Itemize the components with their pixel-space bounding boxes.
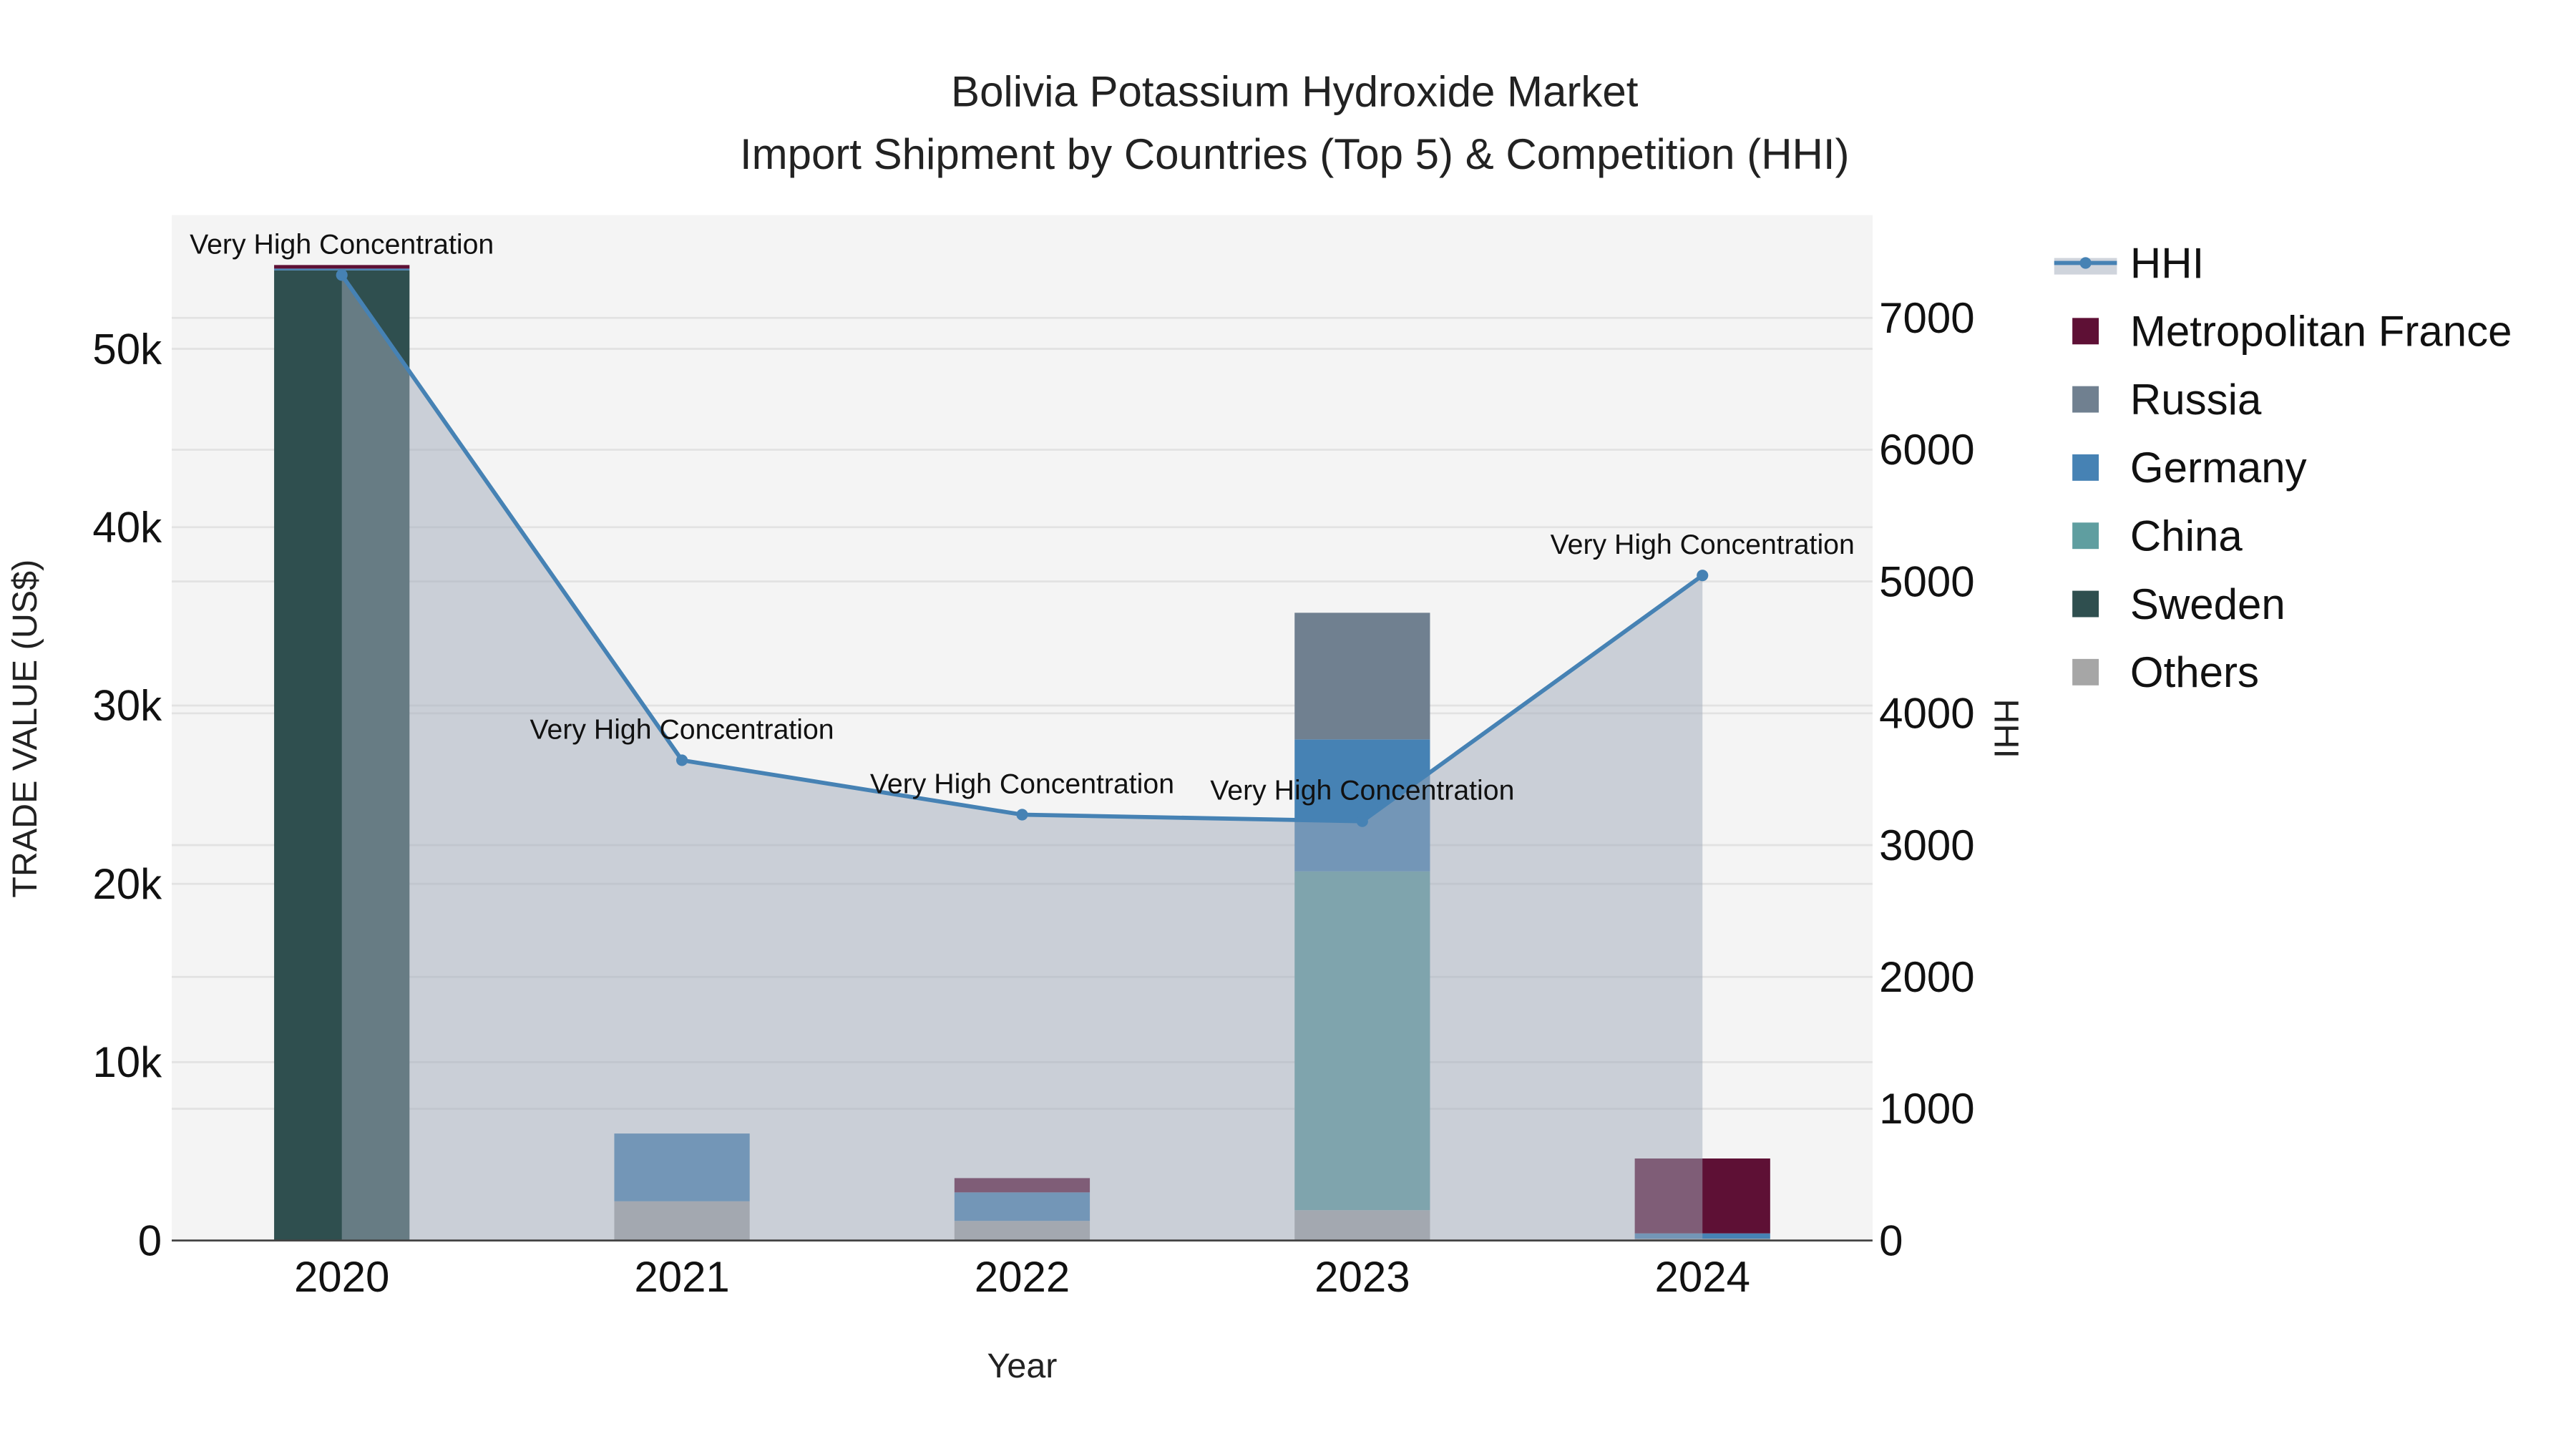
legend-label: Others [2130,648,2259,696]
y2-tick-label: 6000 [1879,426,1974,474]
bar-metropolitan-france [274,265,410,269]
hhi-point [676,754,688,766]
hhi-point [1356,815,1368,827]
y-tick-label: 50k [92,325,162,373]
y2-tick-label: 4000 [1879,690,1974,738]
y-tick-label: 0 [138,1216,162,1264]
hhi-annotation: Very High Concentration [1551,529,1855,560]
y2-tick-label: 1000 [1879,1085,1974,1133]
y-axis-title: TRADE VALUE (US$) [6,560,44,898]
legend-swatch-metropolitan-france [2072,318,2099,345]
hhi-point [336,269,348,281]
y2-axis-title: HHI [1987,699,2026,758]
hhi-annotation: Very High Concentration [530,713,834,745]
x-tick-label: 2021 [634,1253,729,1301]
legend-swatch-russia [2072,386,2099,413]
y-tick-label: 40k [92,504,162,552]
legend-label: Russia [2130,376,2262,424]
y-tick-label: 30k [92,682,162,730]
y2-tick-label: 3000 [1879,821,1974,869]
x-tick-label: 2020 [294,1253,389,1301]
hhi-point [1697,570,1709,582]
hhi-annotation: Very High Concentration [1210,775,1514,806]
chart: Very High Concentration Very High Concent… [6,67,2512,1385]
x-tick-label: 2024 [1654,1253,1750,1301]
y-tick-label: 10k [92,1038,162,1086]
legend-label: Germany [2130,444,2307,492]
hhi-annotation: Very High Concentration [190,228,494,260]
y2-tick-label: 2000 [1879,953,1974,1001]
bar-russia [1294,613,1430,740]
legend-swatch-germany [2072,454,2099,481]
x-tick-label: 2022 [975,1253,1070,1301]
chart-title: Bolivia Potassium Hydroxide Market [951,67,1639,115]
legend-label: China [2130,512,2243,560]
y2-tick-label: 0 [1879,1216,1903,1264]
legend: HHI Metropolitan France Russia Germany China… [2054,239,2512,696]
legend-swatch-others [2072,658,2099,686]
legend-label: Sweden [2130,580,2285,628]
legend-label: Metropolitan France [2130,308,2512,356]
y-tick-label: 20k [92,860,162,908]
hhi-annotation: Very High Concentration [870,769,1174,800]
legend-swatch-sweden [2072,590,2099,618]
y2-tick-label: 7000 [1879,294,1974,342]
y2-tick-label: 5000 [1879,557,1974,605]
x-tick-label: 2023 [1314,1253,1410,1301]
hhi-point [1016,809,1028,821]
chart-subtitle: Import Shipment by Countries (Top 5) & C… [740,130,1850,178]
legend-label: HHI [2130,239,2204,287]
legend-swatch-hhi-point [2079,257,2092,269]
legend-swatch-china [2072,522,2099,550]
x-axis-title: Year [987,1347,1058,1385]
